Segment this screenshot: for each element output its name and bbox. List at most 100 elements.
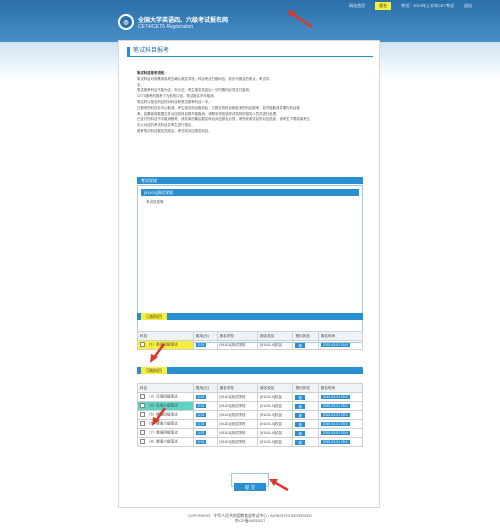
table-row: （7）俄语四级笔试 0.01 [91101]测试学校 [91101-0]校区 报…: [137, 428, 364, 438]
col-time: 报名时间: [317, 331, 364, 341]
submit-button[interactable]: 提 交: [234, 483, 266, 491]
status-badge: 报: [295, 439, 305, 445]
subject-checkbox[interactable]: [140, 412, 145, 418]
subject-checkbox[interactable]: [140, 430, 145, 436]
fee-cell: 0.01: [192, 401, 218, 411]
fee-cell: 0.01: [192, 410, 218, 420]
top-nav-exam: 考试：2019年上半年CET考试: [401, 2, 454, 8]
top-nav-logout[interactable]: 退出: [464, 3, 472, 9]
time-value: 2019-03-01 09:0: [320, 404, 350, 408]
subject-checkbox[interactable]: [140, 403, 145, 409]
fee-cell: 0.01: [192, 392, 218, 402]
time-value: 2019-03-01 09:0: [320, 395, 350, 399]
table-row: （6）德语六级笔试 0.01 [91101]测试学校 [91101-0]校区 报…: [137, 419, 364, 429]
logo-emblem-icon: ◎: [118, 14, 134, 30]
top-nav-home[interactable]: 网站首页: [349, 3, 365, 9]
subject-checkbox[interactable]: [140, 342, 145, 348]
table-header-row: 科目 费用(元) 报名学校 报名校区 预约状态 报名时间: [137, 331, 364, 341]
time-cell: 2019-03-01 09:0: [317, 392, 364, 402]
col-school: 报名学校: [216, 331, 259, 341]
subject-label: （7）俄语四级笔试: [147, 430, 178, 435]
notice-line: 报考笔试科目报名完成后，考试将对应报名科目。: [137, 128, 212, 133]
status-badge: 报: [295, 421, 305, 427]
fee-cell: 0.01: [192, 437, 218, 447]
status-badge: 报: [295, 403, 305, 409]
footer-icp: 京ICP备05031027: [234, 519, 266, 523]
footer: COPYRIGHT : 中华人民共和国教育部考试中心 / All RIGHTS …: [0, 514, 500, 524]
subject-label: （8）俄语六级笔试: [147, 439, 178, 444]
school-cell: [91101]测试学校: [216, 410, 259, 420]
reported-table: 科目 费用(元) 报名学校 报名校区 预约状态 报名时间 （1）英语四级笔试 0…: [137, 331, 364, 350]
col-status: 预约状态: [292, 331, 319, 341]
fee-value: 0.01: [195, 431, 207, 435]
subject-cell: （8）俄语六级笔试: [137, 437, 194, 447]
time-value: 2019-03-01 09:0: [320, 440, 350, 444]
school-section-header: 考试学校: [137, 177, 363, 184]
time-cell: 2019-03-01 09:0: [317, 419, 364, 429]
time-cell: 2019-03-01 09:0: [317, 401, 364, 411]
notice-block: 笔试科目报考须知： 笔试科目可按需求各考生确认报名学校，科目考试日期对应，你仅可…: [137, 71, 363, 135]
school-name[interactable]: [91101]测试学校: [141, 189, 359, 196]
campus-cell: [91101-0]校区: [257, 419, 294, 429]
subject-checkbox[interactable]: [140, 421, 145, 427]
fee-value: 0.01: [195, 404, 207, 408]
campus-cell: [91101-0]校区: [257, 392, 294, 402]
annotation-arrow-icon: [150, 343, 166, 363]
time-value: 2019-03-01 09:0: [320, 343, 350, 347]
site-title: 全国大学英语四、六级考试报名网: [138, 17, 229, 24]
school-cell: [91101]测试学校: [216, 340, 259, 350]
status-badge: 报: [295, 412, 305, 418]
page-title: 笔试科目报考: [127, 47, 373, 57]
status-cell: 报: [292, 419, 319, 429]
fee-value: 0.01: [195, 413, 207, 417]
annotation-arrow-icon: [269, 479, 289, 492]
subject-checkbox[interactable]: [140, 439, 145, 445]
status-cell: 报: [292, 437, 319, 447]
campus-cell: [91101-0]校区: [257, 401, 294, 411]
fee-cell: 0.01: [192, 428, 218, 438]
campus-cell: [91101-0]校区: [257, 437, 294, 447]
subject-checkbox[interactable]: [140, 394, 145, 400]
top-nav: 网站首页 报名 考试：2019年上半年CET考试 退出: [0, 0, 500, 11]
campus-cell: [91101-0]校区: [257, 340, 294, 350]
available-section-label: 可报科目: [141, 367, 167, 374]
col-school: 报名学校: [216, 383, 259, 393]
subject-cell: （3）日语四级笔试: [137, 392, 194, 402]
school-cell: [91101]测试学校: [216, 428, 259, 438]
col-status: 预约状态: [292, 383, 319, 393]
status-cell: 报: [292, 410, 319, 420]
status-cell: 报: [292, 340, 319, 350]
school-cell: [91101]测试学校: [216, 392, 259, 402]
school-cell: [91101]测试学校: [216, 419, 259, 429]
table-row: （1）英语四级笔试 0.01 [91101]测试学校 [91101-0]校区 报…: [137, 340, 364, 350]
annotation-arrow-icon: [287, 10, 313, 29]
fee-value: 0.01: [195, 343, 207, 347]
table-row: （5）德语四级笔试 0.01 [91101]测试学校 [91101-0]校区 报…: [137, 410, 364, 420]
campus-cell: [91101-0]校区: [257, 410, 294, 420]
fee-cell: 0.01: [192, 419, 218, 429]
time-value: 2019-03-01 09:0: [320, 422, 350, 426]
col-time: 报名时间: [317, 383, 364, 393]
school-cell: [91101]测试学校: [216, 437, 259, 447]
annotation-arrow-icon: [152, 407, 167, 426]
subject-cell: （7）俄语四级笔试: [137, 428, 194, 438]
fee-value: 0.01: [195, 395, 207, 399]
status-cell: 报: [292, 401, 319, 411]
school-detail: 考试信息等: [146, 200, 164, 204]
top-nav-register[interactable]: 报名: [375, 1, 392, 10]
available-section-header: 可报科目: [137, 367, 363, 374]
col-campus: 报名校区: [257, 331, 294, 341]
time-value: 2019-03-01 09:0: [320, 413, 350, 417]
col-subject: 科目: [137, 331, 194, 341]
time-cell: 2019-03-01 09:0: [317, 437, 364, 447]
status-cell: 报: [292, 392, 319, 402]
col-campus: 报名校区: [257, 383, 294, 393]
main-panel: 笔试科目报考 笔试科目报考须知： 笔试科目可按需求各考生确认报名学校，科目考试日…: [118, 40, 380, 508]
subject-label: （3）日语四级笔试: [147, 394, 178, 399]
site-subtitle: CET4/CET6 Registration: [138, 23, 194, 30]
col-fee: 费用(元): [192, 383, 218, 393]
col-fee: 费用(元): [192, 331, 218, 341]
site-logo: ◎ 全国大学英语四、六级考试报名网 CET4/CET6 Registration: [118, 14, 228, 30]
status-cell: 报: [292, 428, 319, 438]
submit-wrapper: 提 交: [231, 473, 269, 491]
